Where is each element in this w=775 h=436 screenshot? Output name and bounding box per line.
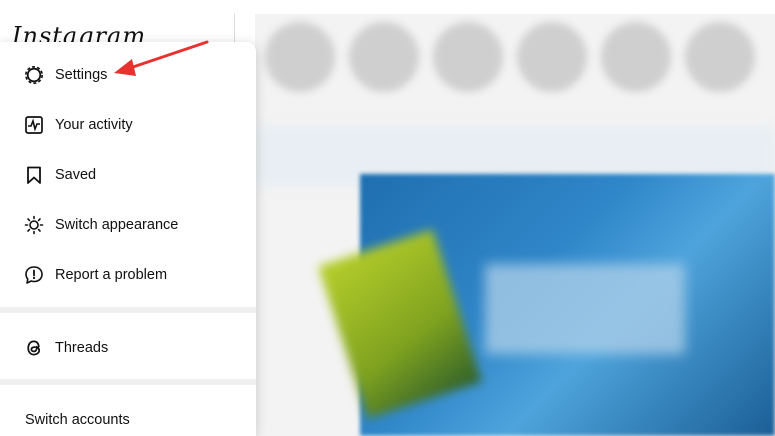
menu-item-label: Switch appearance: [55, 217, 179, 233]
threads-icon: [24, 338, 44, 358]
settings-gear-icon: [24, 65, 44, 85]
menu-divider: [0, 379, 256, 385]
story-avatar[interactable]: [349, 22, 419, 92]
more-menu: Settings Your activity Saved Switch appe…: [0, 42, 256, 436]
blurred-feed: [255, 14, 775, 436]
switch-accounts-link[interactable]: Switch accounts: [25, 412, 130, 428]
post-image-detail: [485, 264, 685, 354]
story-avatar[interactable]: [517, 22, 587, 92]
menu-item-settings[interactable]: Settings: [0, 50, 256, 100]
menu-item-saved[interactable]: Saved: [0, 150, 256, 200]
menu-item-threads[interactable]: Threads: [0, 323, 256, 373]
story-avatar[interactable]: [433, 22, 503, 92]
menu-item-label: Settings: [55, 67, 108, 83]
story-avatar[interactable]: [685, 22, 755, 92]
report-icon: [24, 265, 44, 285]
story-avatar[interactable]: [265, 22, 335, 92]
stories-row: [255, 14, 775, 114]
top-border: [0, 0, 775, 14]
menu-item-your-activity[interactable]: Your activity: [0, 100, 256, 150]
activity-icon: [24, 115, 44, 135]
menu-item-switch-appearance[interactable]: Switch appearance: [0, 200, 256, 250]
menu-item-report-problem[interactable]: Report a problem: [0, 250, 256, 300]
menu-item-label: Your activity: [55, 117, 133, 133]
sun-icon: [24, 215, 44, 235]
story-avatar[interactable]: [601, 22, 671, 92]
menu-item-label: Saved: [55, 167, 97, 183]
menu-item-label: Report a problem: [55, 267, 168, 283]
menu-item-label: Threads: [55, 340, 109, 356]
menu-divider: [0, 307, 256, 313]
bookmark-icon: [24, 165, 44, 185]
